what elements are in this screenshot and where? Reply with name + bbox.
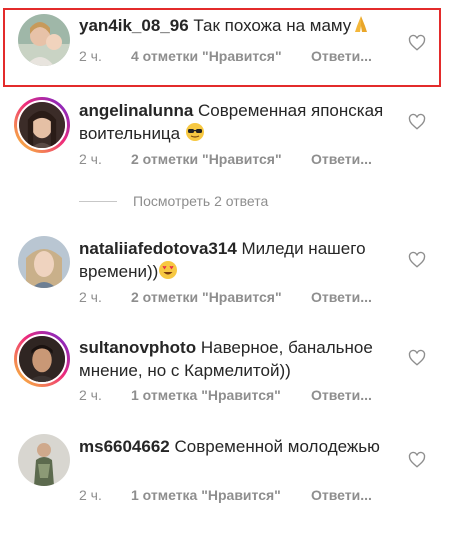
sunglasses-emoji xyxy=(185,122,205,148)
comment-meta: 2 ч. 2 отметки "Нравится" Ответи... xyxy=(79,289,372,305)
avatar-photo xyxy=(19,102,65,148)
likes-count-link[interactable]: 1 отметка "Нравится" xyxy=(131,487,311,503)
highlight-box xyxy=(3,8,441,87)
avatar[interactable] xyxy=(18,236,70,288)
comment-time: 2 ч. xyxy=(79,151,102,167)
reply-button[interactable]: Ответи... xyxy=(311,151,372,167)
view-replies-button[interactable]: Посмотреть 2 ответа xyxy=(79,193,268,209)
comment-meta: 2 ч. 1 отметка "Нравится" Ответи... xyxy=(79,387,372,403)
reply-button[interactable]: Ответи... xyxy=(311,289,372,305)
comment-text: angelinalunna Современная японская воите… xyxy=(79,99,399,148)
avatar[interactable] xyxy=(14,331,70,387)
comment-username[interactable]: sultanovphoto xyxy=(79,338,196,357)
comment-body: Современной молодежью xyxy=(174,437,380,456)
comment-username[interactable]: angelinalunna xyxy=(79,101,193,120)
comment-meta: 2 ч. 1 отметка "Нравится" Ответи... xyxy=(79,487,372,503)
like-heart-icon[interactable] xyxy=(408,251,426,269)
avatar[interactable] xyxy=(14,97,70,153)
like-heart-icon[interactable] xyxy=(408,349,426,367)
reply-button[interactable]: Ответи... xyxy=(311,487,372,503)
comment-username[interactable]: nataliiafedotova314 xyxy=(79,239,237,258)
comment-time: 2 ч. xyxy=(79,487,102,503)
likes-count-link[interactable]: 2 отметки "Нравится" xyxy=(131,151,311,167)
avatar-photo xyxy=(19,336,65,382)
comment-text: ms6604662 Современной молодежью xyxy=(79,435,399,458)
heart-eyes-emoji xyxy=(158,260,178,286)
reply-button[interactable]: Ответи... xyxy=(311,387,372,403)
comment-time: 2 ч. xyxy=(79,289,102,305)
comment-text: sultanovphoto Наверное, банальное мнение… xyxy=(79,336,399,382)
divider-line xyxy=(79,200,117,202)
comment-text: nataliiafedotova314 Миледи нашего времен… xyxy=(79,237,399,286)
comment-meta: 2 ч. 2 отметки "Нравится" Ответи... xyxy=(79,151,372,167)
likes-count-link[interactable]: 1 отметка "Нравится" xyxy=(131,387,311,403)
view-replies-label: Посмотреть 2 ответа xyxy=(133,193,269,209)
like-heart-icon[interactable] xyxy=(408,451,426,469)
comment-username[interactable]: ms6604662 xyxy=(79,437,170,456)
avatar-photo xyxy=(18,236,70,288)
like-heart-icon[interactable] xyxy=(408,113,426,131)
avatar-photo xyxy=(18,434,70,486)
likes-count-link[interactable]: 2 отметки "Нравится" xyxy=(131,289,311,305)
comment-time: 2 ч. xyxy=(79,387,102,403)
avatar[interactable] xyxy=(18,434,70,486)
